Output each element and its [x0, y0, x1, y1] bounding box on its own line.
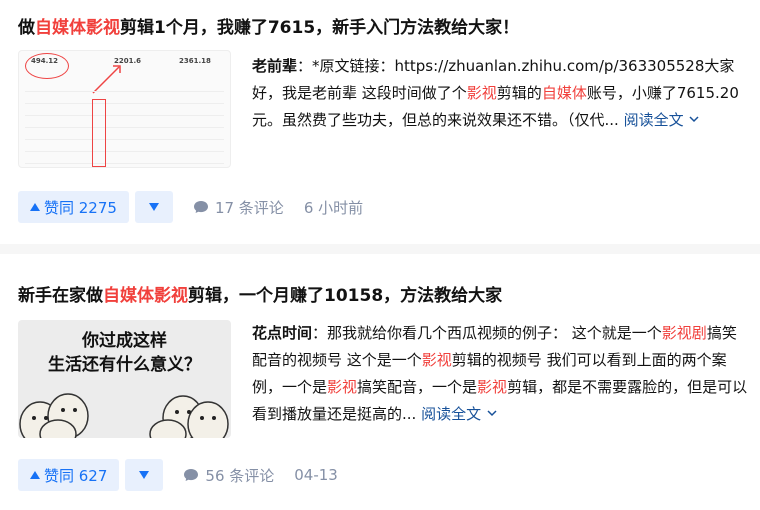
- thumbnail-highlight-column: [92, 99, 106, 167]
- excerpt-text: 剪辑的: [496, 84, 542, 102]
- excerpt-keyword: 影视剧: [661, 324, 707, 342]
- thumbnail-table-row: [25, 139, 224, 140]
- excerpt-keyword: 影视: [466, 84, 497, 102]
- meme-caption-line: 生活还有什么意义？: [48, 355, 201, 375]
- meme-caption-line: 你过成这样: [82, 331, 167, 351]
- comment-count: 17 条评论: [214, 198, 284, 217]
- comment-button[interactable]: 56 条评论: [183, 465, 274, 486]
- thumbnail-stat: 2361.18: [179, 57, 211, 65]
- excerpt-keyword: 自媒体: [541, 84, 587, 102]
- thumbnail-table-row: [25, 103, 224, 104]
- title-text: 剪辑，一个月赚了10158，方法教给大家: [188, 286, 503, 306]
- action-bar: 赞同 2275 17 条评论 6 小时前: [18, 191, 363, 223]
- excerpt-keyword: 影视: [477, 378, 508, 396]
- comment-bubble-icon: [193, 201, 208, 213]
- read-more-link[interactable]: 阅读全文: [421, 405, 498, 423]
- thumbnail-table-row: [25, 91, 224, 92]
- post-time: 04-13: [294, 466, 338, 484]
- author-name[interactable]: 花点时间: [252, 324, 312, 342]
- vote-up-button[interactable]: 赞同 2275: [18, 191, 129, 223]
- vote-down-triangle-icon: [148, 203, 159, 211]
- thumbnail-table-row: [25, 151, 224, 152]
- excerpt-text: 搞笑配音，一个是: [357, 378, 478, 396]
- answer-card-2: 新手在家做自媒体影视剪辑，一个月赚了10158，方法教给大家 你过成这样 生活还…: [0, 254, 760, 510]
- comment-button[interactable]: 17 条评论: [193, 197, 284, 218]
- thumbnail-table-row: [25, 115, 224, 116]
- card-divider: [0, 244, 760, 254]
- thumbnail-image[interactable]: 你过成这样 生活还有什么意义？: [18, 320, 231, 438]
- card-title[interactable]: 做自媒体影视剪辑1个月，我赚了7615，新手入门方法教给大家！: [18, 16, 519, 40]
- chevron-down-icon: [487, 410, 497, 417]
- excerpt-keyword: 影视: [327, 378, 358, 396]
- read-more-label: 阅读全文: [623, 111, 684, 129]
- answer-card-1: 做自媒体影视剪辑1个月，我赚了7615，新手入门方法教给大家！ 494.12 2…: [0, 0, 760, 244]
- comment-bubble-icon: [184, 469, 199, 481]
- title-text: 剪辑1个月，我赚了7615，新手入门方法教给大家！: [120, 18, 520, 38]
- excerpt-text: ：那我就给你看几个西瓜视频的例子： 这个就是一个: [312, 324, 662, 342]
- thumbnail-table-row: [25, 163, 224, 164]
- comment-count: 56 条评论: [205, 466, 275, 485]
- post-time: 6 小时前: [303, 198, 364, 217]
- meme-faces-illustration: [19, 393, 229, 438]
- answer-excerpt[interactable]: 老前辈：*原文链接：https://zhuanlan.zhihu.com/p/3…: [252, 53, 750, 134]
- vote-down-triangle-icon: [139, 471, 150, 479]
- thumbnail-table-row: [25, 127, 224, 128]
- chevron-down-icon: [689, 116, 699, 123]
- card-title[interactable]: 新手在家做自媒体影视剪辑，一个月赚了10158，方法教给大家: [18, 284, 502, 308]
- vote-down-button[interactable]: [134, 191, 173, 223]
- excerpt-keyword: 影视: [421, 351, 452, 369]
- thumbnail-image[interactable]: 494.12 2201.6 2361.18: [18, 50, 231, 168]
- read-more-label: 阅读全文: [421, 405, 482, 423]
- vote-up-triangle-icon: [30, 471, 40, 479]
- vote-count: 赞同 2275: [44, 198, 117, 217]
- vote-up-button[interactable]: 赞同 627: [18, 459, 120, 491]
- vote-up-triangle-icon: [30, 203, 40, 211]
- title-keyword: 自媒体影视: [103, 286, 188, 306]
- title-text: 新手在家做: [18, 286, 103, 306]
- author-name[interactable]: 老前辈: [252, 57, 297, 75]
- title-keyword: 自媒体影视: [35, 18, 120, 38]
- title-text: 做: [18, 18, 35, 38]
- action-bar: 赞同 627 56 条评论 04-13: [18, 459, 338, 491]
- vote-count: 赞同 627: [44, 466, 108, 485]
- thumbnail-stat: 494.12: [31, 57, 59, 65]
- answer-excerpt[interactable]: 花点时间：那我就给你看几个西瓜视频的例子： 这个就是一个影视剧搞笑配音的视频号 …: [252, 320, 750, 428]
- vote-down-button[interactable]: [125, 459, 164, 491]
- read-more-link[interactable]: 阅读全文: [624, 111, 701, 129]
